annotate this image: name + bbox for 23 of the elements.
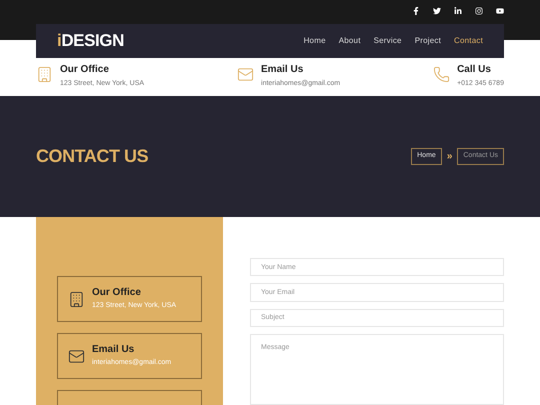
instagram-icon[interactable] [475,7,483,15]
building-icon [36,66,53,82]
nav-link[interactable]: Project [414,35,442,47]
card-title: Email Us [92,343,136,356]
breadcrumb-separator: » [446,150,452,164]
nav-link[interactable]: Service [374,35,402,47]
nav-link[interactable]: Contact [454,35,483,47]
nav-link[interactable]: Home [304,35,326,47]
logo[interactable]: iDESIGN [57,28,124,54]
twitter-icon[interactable] [433,7,441,15]
nav-link[interactable]: About [338,35,361,47]
info-title: Email Us [261,62,304,76]
linkedin-icon[interactable] [454,7,462,15]
info-title: Call Us [457,62,492,76]
building-icon [68,290,85,308]
facebook-icon[interactable] [412,7,420,15]
page-title: CONTACT US [36,145,148,168]
card-title: Our Office [92,286,142,300]
info-title: Our Office [60,62,110,76]
phone-icon [433,66,450,82]
envelope-icon [68,348,85,364]
envelope-icon [237,66,254,82]
youtube-icon[interactable] [496,7,504,15]
